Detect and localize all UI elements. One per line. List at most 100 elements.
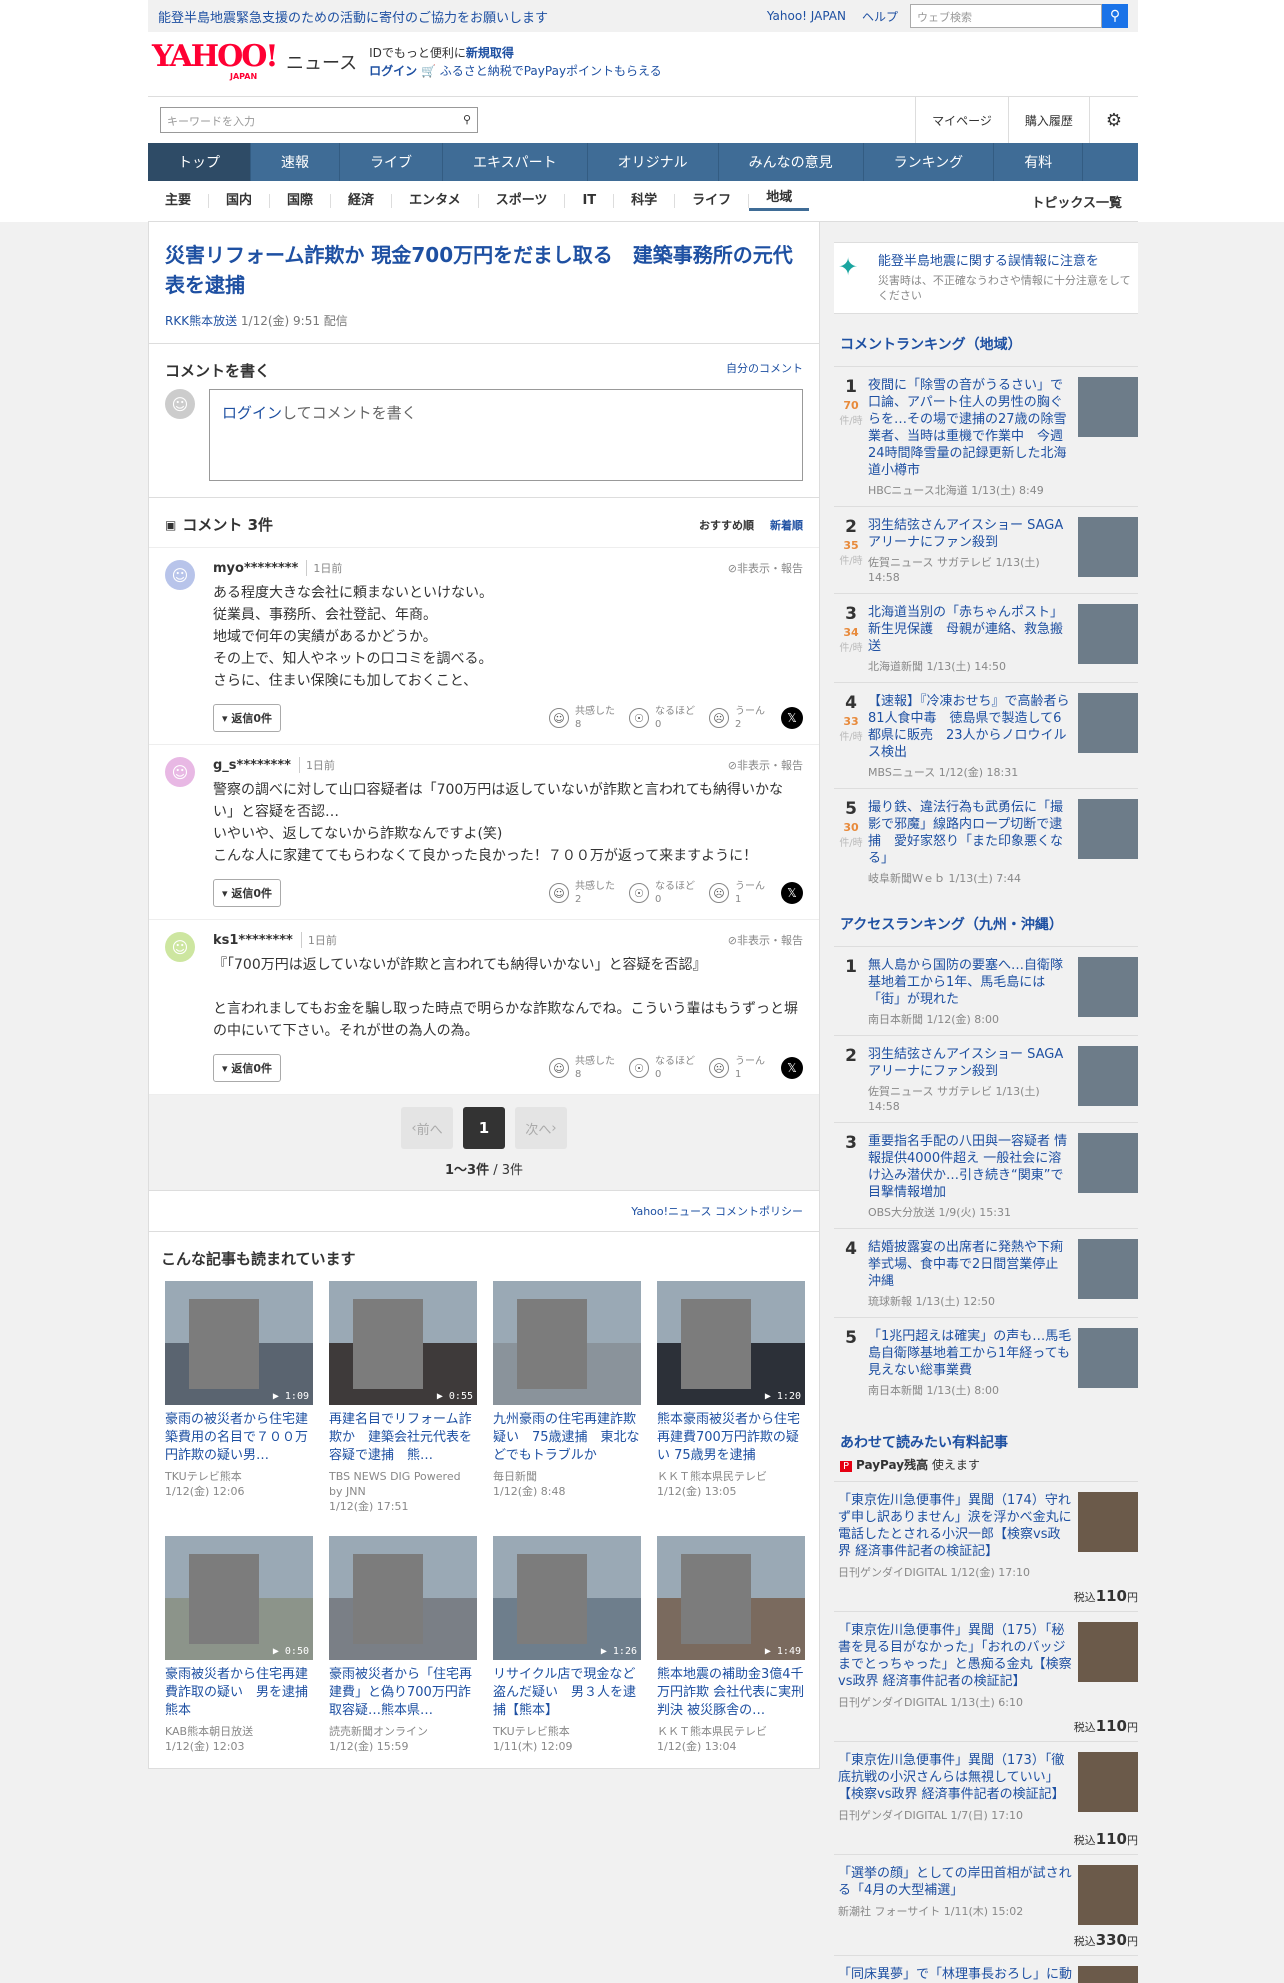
current-page[interactable]: 1 [463,1107,505,1149]
sort-recommended-button[interactable]: おすすめ順 [699,517,754,533]
reaction-button[interactable]: ☉ なるほど 0 [629,705,695,731]
category-economy[interactable]: 経済 [331,194,393,208]
yahoo-logo[interactable]: YAHOO! JAPAN [152,42,292,82]
comment-username[interactable]: ks1******** [213,933,293,948]
ranking-title[interactable]: 【速報】『冷凍おせち』で高齢者ら81人食中毒 徳島県で製造して6都県に販売 23… [868,693,1072,761]
reaction-button[interactable]: ☺ 共感した 8 [549,705,615,731]
paid-article-title[interactable]: 「東京佐川急便事件」異聞（175）「秘書を見る目がなかった」「おれのバッジまでと… [838,1622,1072,1690]
ranking-title[interactable]: 北海道当別の「赤ちゃんポスト」新生児保護 母親が連絡、救急搬送 [868,604,1072,655]
ranking-item[interactable]: 1 70 件/時 夜間に「除雪の音がうるさい」で口論、アパート住人の男性の胸ぐらを…そ… [834,366,1138,506]
category-local[interactable]: 地域 [749,191,810,211]
ranking-title[interactable]: 重要指名手配の八田與一容疑者 情報提供4000件超え 一般社会に溶け込み潜伏か…… [868,1133,1072,1201]
related-article-card[interactable]: 九州豪雨の住宅再建詐欺疑い 75歳逮捕 東北などでもトラブルか 毎日新聞 1/12(… [493,1281,641,1514]
paid-article[interactable]: 「選挙の顔」としての岸田首相が試される「4月の大型補選」 新潮社 フォーサイト 1… [834,1854,1138,1949]
paid-article-title[interactable]: 「同床異夢」で「林理事長おろし」に動く日大の魑魅魍魎 [838,1966,1072,1983]
tab-original[interactable]: オリジナル [588,143,719,181]
ranking-thumbnail[interactable] [1078,799,1138,859]
reaction-button[interactable]: ☺ 共感した 2 [549,880,615,906]
reaction-button[interactable]: ☉ なるほど 0 [629,1055,695,1081]
related-title[interactable]: 豪雨被災者から「住宅再建費」と偽り700万円詐取容疑…熊本県… [329,1666,477,1720]
article-title[interactable]: 災害リフォーム詐欺か 現金700万円をだまし取る 建築事務所の元代表を逮捕 [165,240,803,300]
search-icon[interactable]: ⚲ [463,113,471,127]
ranking-thumbnail[interactable] [1078,517,1138,577]
ranking-item[interactable]: 2 35 件/時 羽生結弦さんアイスショー SAGAアリーナにファン殺到 佐賀ニュース … [834,506,1138,593]
related-article-card[interactable]: ▶ 0:55 再建名目でリフォーム詐欺か 建築会社元代表を容疑で逮捕 熊… TBS … [329,1281,477,1514]
related-title[interactable]: 豪雨の被災者から住宅建築費用の名目で７００万円詐欺の疑い男… [165,1411,313,1465]
tab-live[interactable]: ライブ [340,143,443,181]
related-thumbnail[interactable]: ▶ 1:09 [165,1281,313,1405]
related-article-card[interactable]: ▶ 1:49 熊本地震の補助金3億4千万円詐欺 会社代表に実刑判決 被災豚舎の… Ｋ… [657,1536,805,1754]
prev-page-button[interactable]: ‹ 前へ [401,1107,453,1149]
related-title[interactable]: 豪雨被災者から住宅再建費詐取の疑い 男を逮捕 熊本 [165,1666,313,1720]
news-brand-label[interactable]: ニュース [286,49,357,75]
login-link[interactable]: ログイン [369,64,417,78]
ranking-thumbnail[interactable] [1078,1328,1138,1388]
new-account-link[interactable]: 新規取得 [466,46,514,60]
category-main[interactable]: 主要 [148,194,210,208]
paid-article-thumbnail[interactable] [1078,1966,1138,1983]
paid-article-thumbnail[interactable] [1078,1865,1138,1925]
reply-button[interactable]: ▾ 返信0件 [213,1054,282,1082]
reaction-button[interactable]: ☹ うーん 2 [709,705,765,731]
category-entertainment[interactable]: エンタメ [392,194,479,208]
category-sports[interactable]: スポーツ [479,194,566,208]
related-title[interactable]: 再建名目でリフォーム詐欺か 建築会社元代表を容疑で逮捕 熊… [329,1411,477,1465]
related-article-card[interactable]: ▶ 0:50 豪雨被災者から住宅再建費詐取の疑い 男を逮捕 熊本 KAB熊本朝日放送… [165,1536,313,1754]
paid-article-title[interactable]: 「東京佐川急便事件」異聞（173）「徹底抗戦の小沢さんらは無視していい」【検察v… [838,1752,1072,1803]
ranking-title[interactable]: 「1兆円超えは確実」の声も…馬毛島自衛隊基地着工から1年経っても見えない総事業費 [868,1328,1072,1379]
ranking-item[interactable]: 1 無人島から国防の要塞へ…自衛隊基地着工から1年、馬毛島には「街」が現れた 南日本… [834,946,1138,1035]
ranking-title[interactable]: 撮り鉄、違法行為も武勇伝に「撮影で邪魔」線路内ロープ切断で逮捕 愛好家怒り「また… [868,799,1072,867]
ranking-title[interactable]: 羽生結弦さんアイスショー SAGAアリーナにファン殺到 [868,517,1072,551]
ranking-item[interactable]: 4 結婚披露宴の出席者に発熱や下痢 挙式場、食中毒で2日間営業停止 沖縄 琉球新報 … [834,1228,1138,1317]
related-title[interactable]: リサイクル店で現金など盗んだ疑い 男３人を逮捕【熊本】 [493,1666,641,1720]
comment-policy-link[interactable]: Yahoo!ニュース コメントポリシー [631,1205,803,1218]
tab-top[interactable]: トップ [148,143,251,181]
category-life[interactable]: ライフ [675,194,750,208]
ranking-item[interactable]: 5 30 件/時 撮り鉄、違法行為も武勇伝に「撮影で邪魔」線路内ロープ切断で逮捕 愛好… [834,788,1138,894]
ranking-item[interactable]: 2 羽生結弦さんアイスショー SAGAアリーナにファン殺到 佐賀ニュース サガテレビ… [834,1035,1138,1122]
reaction-button[interactable]: ☹ うーん 1 [709,1055,765,1081]
related-article-card[interactable]: 豪雨被災者から「住宅再建費」と偽り700万円詐取容疑…熊本県… 読売新聞オンライン… [329,1536,477,1754]
paid-article[interactable]: 「同床異夢」で「林理事長おろし」に動く日大の魑魅魍魎 [834,1955,1138,1983]
reaction-button[interactable]: ☹ うーん 1 [709,880,765,906]
ranking-thumbnail[interactable] [1078,1046,1138,1106]
paid-article-thumbnail[interactable] [1078,1492,1138,1552]
paid-article-thumbnail[interactable] [1078,1622,1138,1682]
purchase-history-button[interactable]: 購入履歴 [1007,97,1089,143]
related-article-card[interactable]: ▶ 1:20 熊本豪雨被災者から住宅再建費700万円詐欺の疑い 75歳男を逮捕 ＫＫ… [657,1281,805,1514]
reaction-button[interactable]: ☉ なるほど 0 [629,880,695,906]
next-page-button[interactable]: 次へ › [515,1107,567,1149]
ranking-title[interactable]: 羽生結弦さんアイスショー SAGAアリーナにファン殺到 [868,1046,1072,1080]
related-title[interactable]: 九州豪雨の住宅再建詐欺疑い 75歳逮捕 東北などでもトラブルか [493,1411,641,1465]
paid-article-title[interactable]: 「東京佐川急便事件」異聞（174）守れず申し訳ありません」涙を浮かべ金丸に電話し… [838,1492,1072,1560]
web-search-input[interactable]: ウェブ検索 [910,4,1102,28]
search-icon[interactable]: ⚲ [1102,4,1128,28]
donation-notice-link[interactable]: 能登半島地震緊急支援のための活動に寄付のご協力をお願いします [158,7,751,26]
ranking-thumbnail[interactable] [1078,377,1138,437]
comment-textarea[interactable]: ログインしてコメントを書く [209,389,803,481]
misinfo-warning[interactable]: ✦ 能登半島地震に関する誤情報に注意を 災害時は、不正確なうわさや情報に十分注意… [834,242,1138,314]
gear-icon[interactable]: ⚙ [1088,97,1138,143]
comment-username[interactable]: g_s******** [213,758,291,773]
related-thumbnail[interactable]: ▶ 0:55 [329,1281,477,1405]
ranking-thumbnail[interactable] [1078,693,1138,753]
topics-list-link[interactable]: トピックス一覧 [1031,192,1138,211]
related-thumbnail[interactable]: ▶ 1:26 [493,1536,641,1660]
paid-article-title[interactable]: 「選挙の顔」としての岸田首相が試される「4月の大型補選」 [838,1865,1072,1899]
ranking-title[interactable]: 夜間に「除雪の音がうるさい」で口論、アパート住人の男性の胸ぐらを…その場で逮捕の… [868,377,1072,479]
category-domestic[interactable]: 国内 [209,194,271,208]
related-article-card[interactable]: ▶ 1:26 リサイクル店で現金など盗んだ疑い 男３人を逮捕【熊本】 TKUテレビ熊… [493,1536,641,1754]
category-it[interactable]: IT [565,194,615,208]
tab-expert[interactable]: エキスパート [443,143,588,181]
tab-paid[interactable]: 有料 [994,143,1084,181]
related-title[interactable]: 熊本地震の補助金3億4千万円詐欺 会社代表に実刑判決 被災豚舎の… [657,1666,805,1720]
ranking-thumbnail[interactable] [1078,1239,1138,1299]
related-thumbnail[interactable] [329,1536,477,1660]
my-comments-link[interactable]: 自分のコメント [726,360,803,381]
related-thumbnail[interactable]: ▶ 1:20 [657,1281,805,1405]
paid-article-thumbnail[interactable] [1078,1752,1138,1812]
yahoo-japan-link[interactable]: Yahoo! JAPAN [767,9,846,23]
tab-ranking[interactable]: ランキング [864,143,995,181]
related-article-card[interactable]: ▶ 1:09 豪雨の被災者から住宅建築費用の名目で７００万円詐欺の疑い男… TKUテ… [165,1281,313,1514]
x-share-icon[interactable]: 𝕏 [781,707,803,729]
